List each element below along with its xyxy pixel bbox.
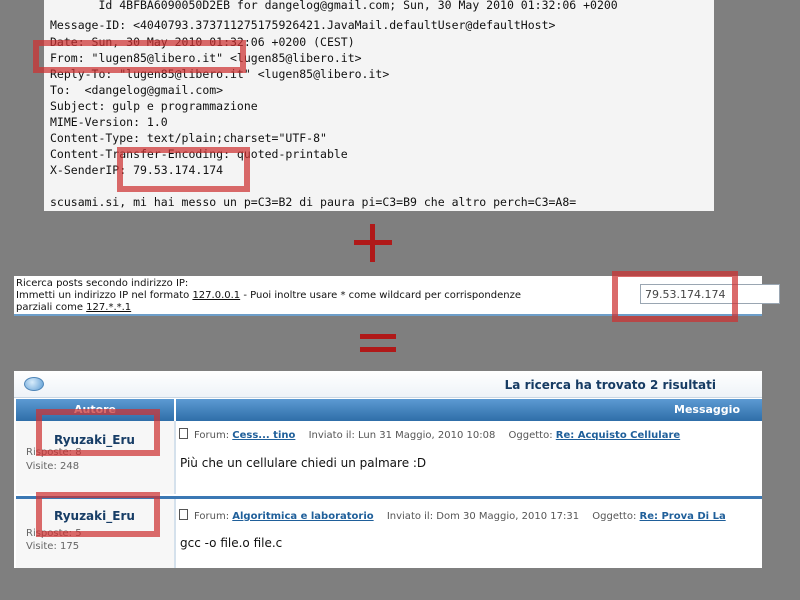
email-line-date: Date: Sun, 30 May 2010 01:32:06 +0200 (C… [50,35,355,49]
forum-label: Forum: [194,511,230,522]
ip-search-panel: Ricerca posts secondo indirizzo IP: Imme… [14,276,780,316]
forum-label: Forum: [194,430,230,441]
column-author: Autore [73,403,117,416]
column-separator [174,399,176,421]
post-text: gcc -o file.o file.c [180,536,283,550]
subject-link[interactable]: Re: Acquisto Cellulare [556,430,680,441]
subject-link[interactable]: Re: Prova Di La [640,511,726,522]
ip-search-instructions-suffix: - Puoi inoltre usare * come wildcard per… [240,290,521,301]
author-visits: Visite: 248 [26,461,80,472]
post-icon [179,509,188,520]
author-name[interactable]: Ryuzaki_Eru [54,509,135,523]
results-column-header: Autore Messaggio [16,399,762,421]
email-line-reply-to: Reply-To: "lugen85@libero.it" <lugen85@l… [50,67,390,81]
email-header-panel: Id 4BFBA6090050D2EB for dangelog@gmail.c… [44,0,714,211]
ip-search-line3-prefix: parziali come [16,302,87,313]
ip-example-1: 127.0.0.1 [192,290,241,301]
ip-search-title: Ricerca posts secondo indirizzo IP: [16,278,189,289]
author-replies: Risposte: 8 [26,447,82,458]
email-line-to: To: <dangelog@gmail.com> [50,83,224,97]
post-meta: Forum: Algoritmica e laboratorio Inviato… [179,509,726,522]
ip-search-instructions-prefix: Immetti un indirizzo IP nel formato [16,290,193,301]
results-title-bar: La ricerca ha trovato 2 risultati [14,371,762,398]
author-cell: Ryuzaki_Eru Risposte: 8 Visite: 248 [16,421,176,494]
subject-label: Oggetto: [592,511,637,522]
sent-date: Lun 31 Maggio, 2010 10:08 [358,430,496,441]
email-line-subject: Subject: gulp e programmazione [50,99,258,113]
subject-label: Oggetto: [508,430,553,441]
forum-link[interactable]: Cess... tino [232,430,295,441]
email-line-encoding: Content-Transfer-Encoding: quoted-printa… [50,147,348,161]
email-line-received: Id 4BFBA6090050D2EB for dangelog@gmail.c… [50,0,618,12]
sent-date: Dom 30 Maggio, 2010 17:31 [436,511,580,522]
result-row: Ryuzaki_Eru Risposte: 8 Visite: 248 Foru… [16,421,762,494]
author-visits: Visite: 175 [26,541,80,552]
sent-label: Inviato il: [308,430,355,441]
post-text: Più che un cellulare chiedi un palmare :… [180,456,427,470]
post-meta: Forum: Cess... tino Inviato il: Lun 31 M… [179,428,680,441]
search-results-panel: La ricerca ha trovato 2 risultati Autore… [14,371,762,568]
email-line-from: From: "lugen85@libero.it" <lugen85@liber… [50,51,362,65]
sent-label: Inviato il: [386,511,434,522]
ip-panel-divider [14,314,762,316]
email-line-mime: MIME-Version: 1.0 [50,115,168,129]
email-line-content-type: Content-Type: text/plain;charset="UTF-8" [50,131,327,145]
ip-search-instructions-2: parziali come 127.*.*.1 [16,302,616,314]
ip-example-2: 127.*.*.1 [86,302,132,313]
speech-bubble-icon [24,377,44,391]
author-name[interactable]: Ryuzaki_Eru [54,433,135,447]
ip-search-description: Ricerca posts secondo indirizzo IP: Imme… [16,278,616,314]
column-message: Messaggio [674,403,740,416]
author-replies: Risposte: 5 [26,528,82,539]
ip-address-input[interactable] [640,284,780,304]
email-line-sender-ip: X-SenderIP: 79.53.174.174 [50,163,224,177]
author-cell: Ryuzaki_Eru Risposte: 5 Visite: 175 [16,499,176,568]
post-icon [179,428,188,439]
ip-search-instructions: Immetti un indirizzo IP nel formato 127.… [16,290,616,302]
email-line-message-id: Message-ID: <4040793.373711275175926421.… [50,18,556,32]
results-title: La ricerca ha trovato 2 risultati [504,378,716,392]
forum-link[interactable]: Algoritmica e laboratorio [232,511,373,522]
result-row: Ryuzaki_Eru Risposte: 5 Visite: 175 Foru… [16,499,762,568]
email-line-body: scusami.si, mi hai messo un p=C3=B2 di p… [50,195,577,209]
